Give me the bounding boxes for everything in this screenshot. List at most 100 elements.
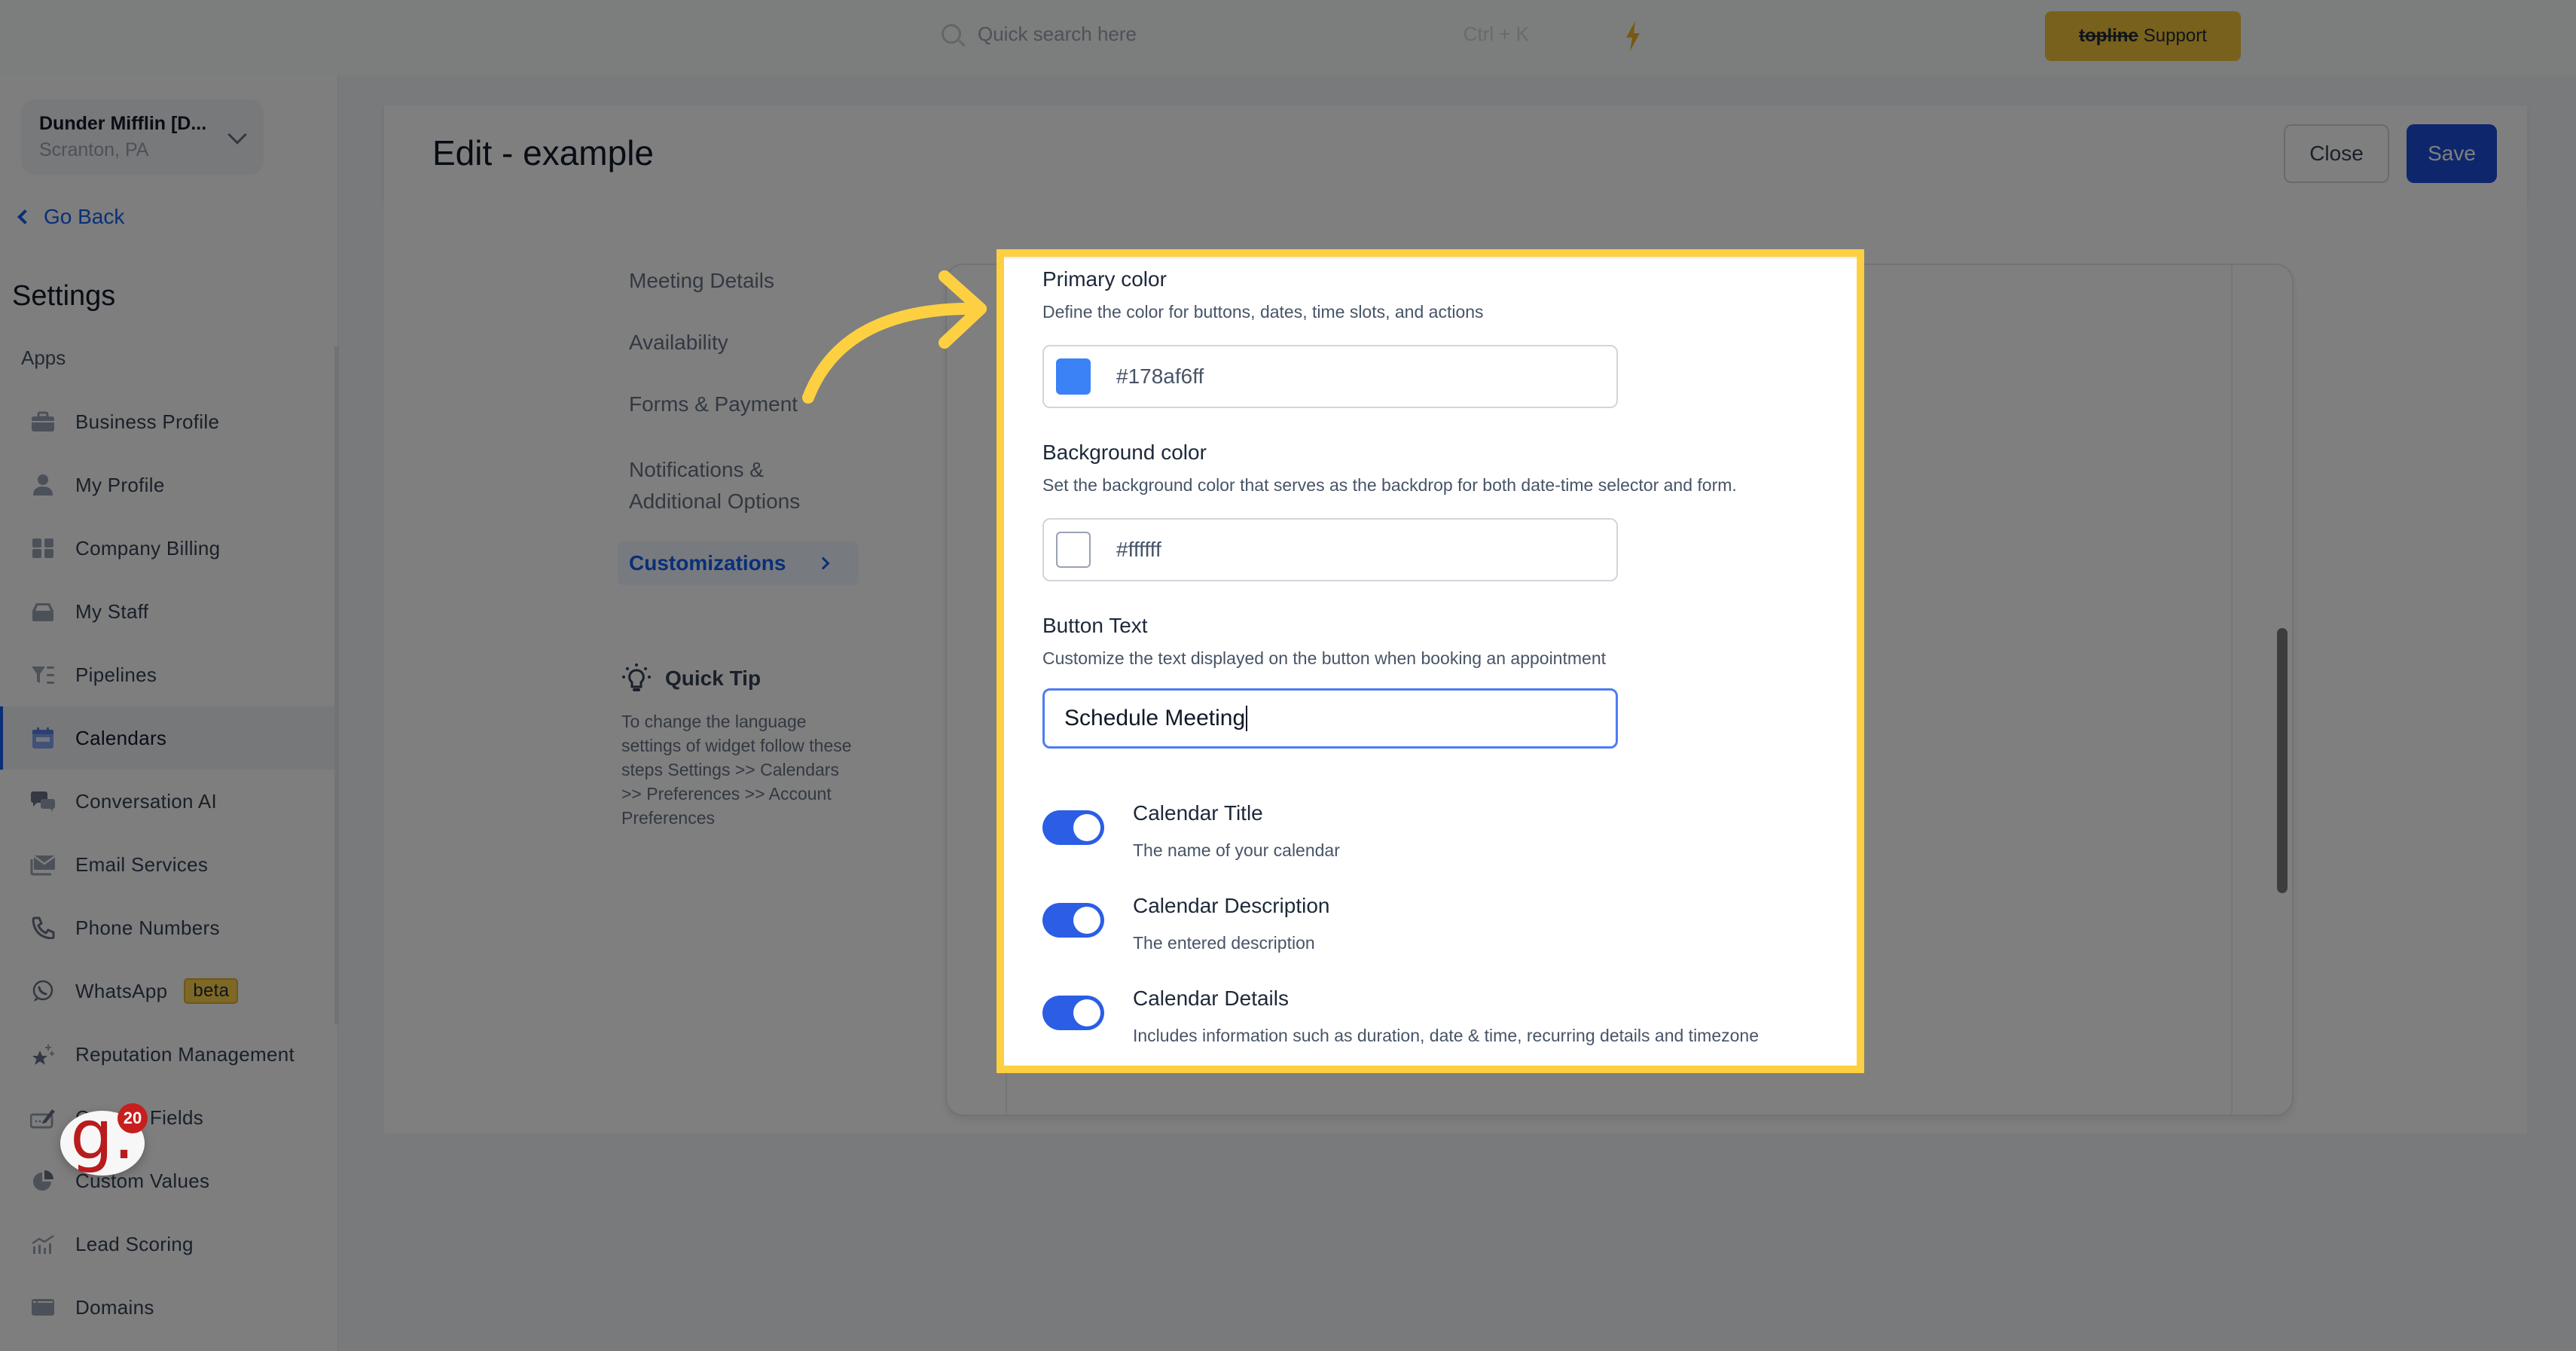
toggle-row-calendar-description: Calendar Description The entered descrip… — [1042, 894, 1329, 953]
sidebar-item-label: Calendars — [75, 726, 167, 749]
button-text-value: Schedule Meeting — [1064, 706, 1246, 730]
sidebar-item-conversation-ai[interactable]: Conversation AI — [0, 770, 336, 833]
quick-search[interactable]: Quick search here Ctrl + K — [942, 15, 1529, 53]
inbox-tray-icon — [30, 600, 56, 623]
background-color-value: #ffffff — [1116, 538, 1161, 561]
search-shortcut-hint: Ctrl + K — [1463, 22, 1529, 45]
toggle-description: The entered description — [1133, 933, 1315, 953]
background-color-swatch[interactable] — [1056, 532, 1091, 568]
toggle-row-calendar-title: Calendar Title The name of your calendar — [1042, 801, 1340, 861]
sidebar-item-label: Pipelines — [75, 663, 157, 686]
primary-color-description: Define the color for buttons, dates, tim… — [1042, 302, 1484, 322]
primary-color-section: Primary color Define the color for butto… — [1042, 267, 1618, 408]
toggle-title: Calendar Title — [1133, 801, 1263, 825]
sidebar-item-custom-values[interactable]: Custom Values — [0, 1149, 336, 1212]
highlighted-customization-panel: Primary color Define the color for butto… — [997, 249, 1864, 1073]
background-color-description: Set the background color that serves as … — [1042, 475, 1737, 495]
sidebar-title: Settings — [12, 280, 116, 312]
sidebar-item-custom-fields[interactable]: Custom Fields — [0, 1086, 336, 1149]
close-button[interactable]: Close — [2284, 124, 2389, 183]
primary-color-value: #178af6ff — [1116, 364, 1204, 388]
sidebar-item-label: Email Services — [75, 852, 209, 876]
tab-forms-payment[interactable]: Forms & Payment — [618, 392, 809, 416]
org-location: Scranton, PA — [39, 139, 149, 160]
support-brand: topline — [2079, 26, 2138, 46]
button-text-label: Button Text — [1042, 614, 1148, 637]
assistant-widget[interactable]: g. 20 — [60, 1102, 148, 1176]
sidebar-item-label: Domains — [75, 1295, 154, 1319]
go-back-link[interactable]: Go Back — [15, 205, 124, 229]
sidebar-item-label: Business Profile — [75, 410, 220, 433]
tab-label: Customizations — [629, 551, 786, 575]
sidebar-item-my-profile[interactable]: My Profile — [0, 453, 336, 517]
sidebar-item-calendars[interactable]: Calendars — [0, 706, 336, 770]
tab-meeting-details[interactable]: Meeting Details — [618, 269, 786, 293]
toggle-description: The name of your calendar — [1133, 840, 1340, 860]
phone-icon — [30, 916, 56, 939]
settings-sidebar: Dunder Mifflin [D... Scranton, PA Go Bac… — [0, 75, 339, 1351]
sidebar-item-whatsapp[interactable]: WhatsApp beta — [0, 959, 336, 1023]
support-label: Support — [2143, 26, 2207, 46]
toggle-description: Includes information such as duration, d… — [1133, 1026, 1759, 1045]
sidebar-item-label: Phone Numbers — [75, 916, 220, 939]
toggle-title: Calendar Description — [1133, 894, 1330, 917]
search-placeholder: Quick search here — [978, 22, 1137, 45]
chart-trend-icon — [30, 1233, 56, 1255]
calendar-details-toggle[interactable] — [1042, 996, 1104, 1030]
tab-availability[interactable]: Availability — [618, 331, 740, 355]
sidebar-item-my-staff[interactable]: My Staff — [0, 580, 336, 643]
background-color-input[interactable]: #ffffff — [1042, 518, 1618, 581]
star-sparkle-icon — [30, 1043, 56, 1066]
button-text-section: Button Text Customize the text displayed… — [1042, 614, 1618, 749]
lightning-icon[interactable] — [1625, 21, 1641, 51]
sidebar-item-label: Lead Scoring — [75, 1232, 194, 1255]
sidebar-item-reputation-management[interactable]: Reputation Management — [0, 1023, 336, 1086]
sidebar-item-label: Conversation AI — [75, 789, 218, 813]
sidebar-item-label: My Staff — [75, 599, 149, 623]
quick-tip-title: Quick Tip — [665, 666, 762, 690]
top-bar: Quick search here Ctrl + K topline Suppo… — [0, 0, 2576, 75]
sidebar-scrollbar[interactable] — [334, 346, 339, 1024]
card-scrollbar[interactable] — [2277, 628, 2288, 893]
button-text-input[interactable]: Schedule Meeting — [1042, 688, 1618, 749]
chevron-right-icon — [816, 557, 830, 570]
sidebar-section-label: Apps — [21, 346, 66, 369]
sidebar-item-domains[interactable]: Domains — [0, 1276, 336, 1339]
sidebar-item-pipelines[interactable]: Pipelines — [0, 643, 336, 706]
go-back-label: Go Back — [44, 205, 125, 228]
primary-color-label: Primary color — [1042, 267, 1167, 291]
page-title: Edit - example — [432, 133, 655, 172]
primary-color-swatch[interactable] — [1056, 358, 1091, 395]
button-text-description: Customize the text displayed on the butt… — [1042, 648, 1606, 668]
sidebar-nav: Business Profile My Profile Company Bill… — [0, 390, 336, 1339]
org-switcher[interactable]: Dunder Mifflin [D... Scranton, PA — [21, 99, 264, 175]
page-header: Edit - example Close Save — [384, 105, 2527, 202]
sidebar-item-label: Company Billing — [75, 536, 221, 560]
sidebar-item-company-billing[interactable]: Company Billing — [0, 517, 336, 580]
calculator-icon — [30, 537, 56, 560]
calendar-title-toggle[interactable] — [1042, 810, 1104, 845]
whatsapp-icon — [30, 980, 56, 1002]
search-icon — [942, 24, 961, 44]
browser-window-icon — [30, 1296, 56, 1319]
text-caret — [1246, 706, 1248, 731]
briefcase-icon — [30, 410, 56, 433]
tab-notifications[interactable]: Notifications & Additional Options — [618, 454, 859, 517]
mail-icon — [30, 853, 56, 876]
save-button[interactable]: Save — [2407, 124, 2497, 183]
sidebar-item-phone-numbers[interactable]: Phone Numbers — [0, 896, 336, 959]
quick-tip: Quick Tip To change the language setting… — [621, 663, 862, 830]
sidebar-item-email-services[interactable]: Email Services — [0, 833, 336, 896]
support-button[interactable]: topline Support — [2045, 11, 2241, 61]
sidebar-item-business-profile[interactable]: Business Profile — [0, 390, 336, 453]
primary-color-input[interactable]: #178af6ff — [1042, 345, 1618, 408]
notification-count-badge: 20 — [118, 1103, 148, 1133]
tab-customizations[interactable]: Customizations — [618, 541, 859, 585]
chevron-left-icon — [17, 209, 32, 224]
toggle-row-calendar-details: Calendar Details Includes information su… — [1042, 987, 1759, 1046]
sidebar-item-lead-scoring[interactable]: Lead Scoring — [0, 1212, 336, 1276]
sidebar-item-label: My Profile — [75, 473, 165, 496]
beta-badge: beta — [184, 978, 239, 1004]
calendar-description-toggle[interactable] — [1042, 903, 1104, 938]
quick-tip-body: To change the language settings of widge… — [621, 712, 852, 828]
